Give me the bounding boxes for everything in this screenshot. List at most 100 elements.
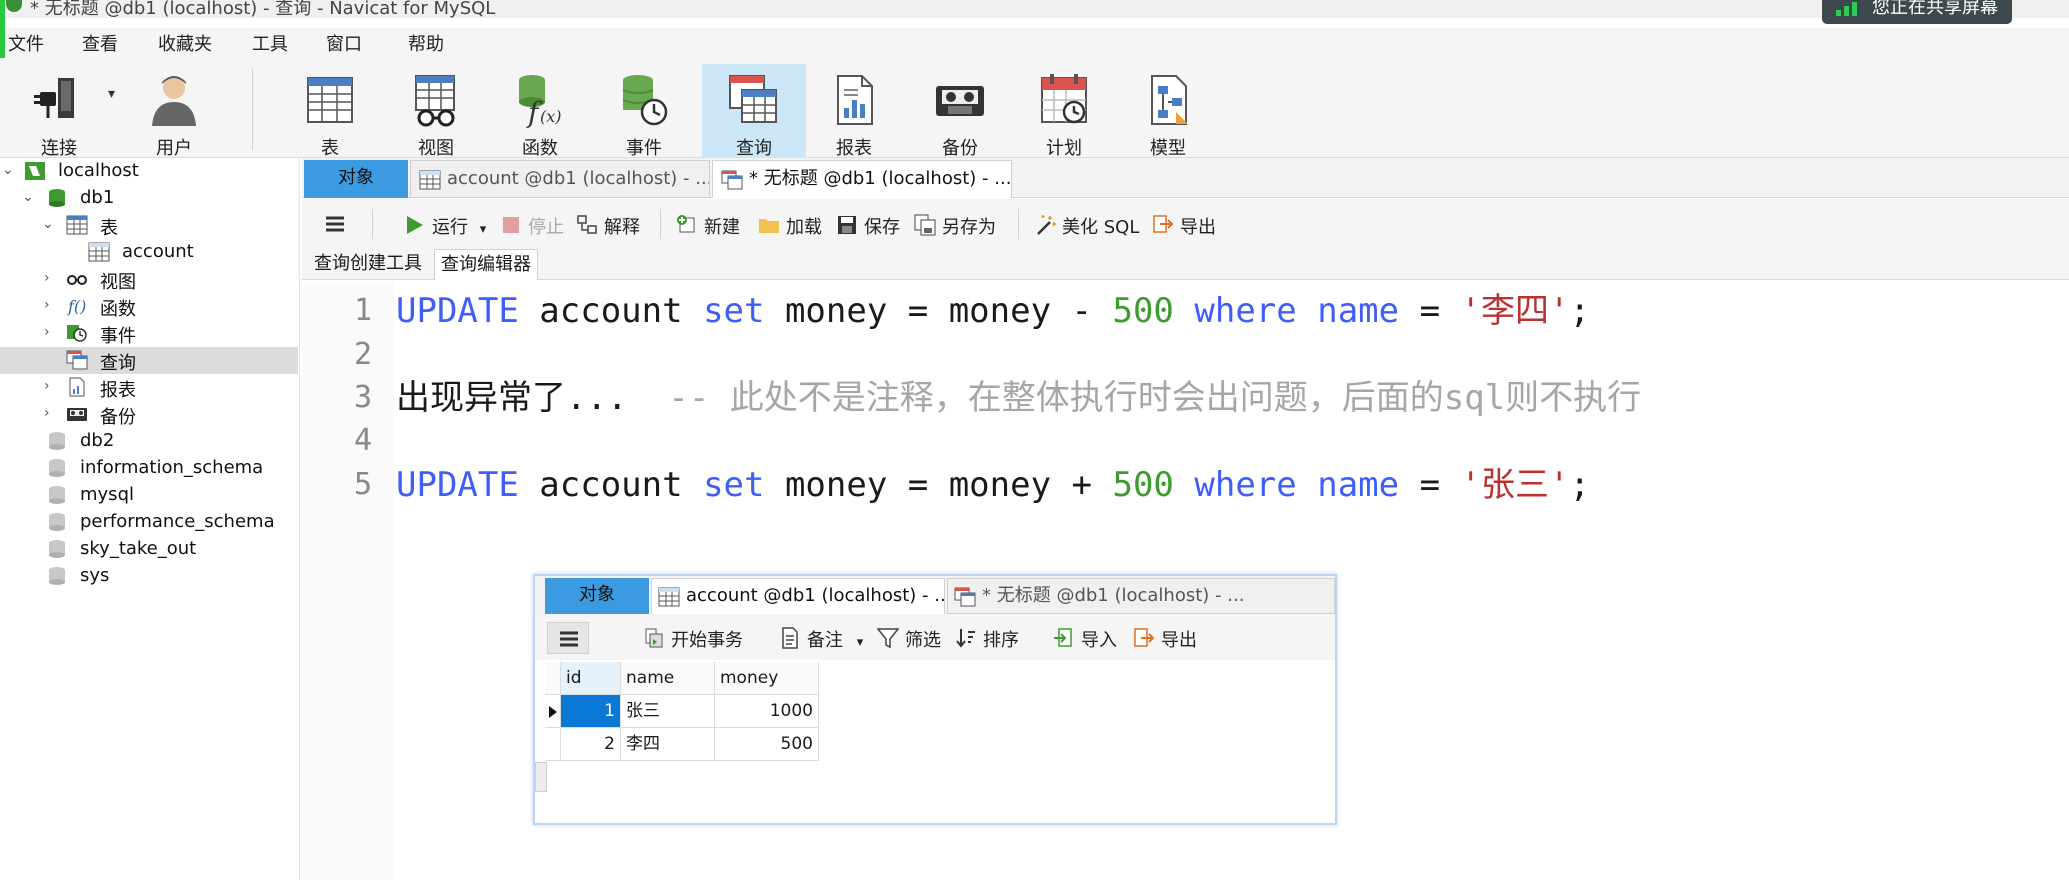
chevron-down-icon[interactable]: ⌄ (22, 190, 36, 204)
load-button[interactable]: 加载 (758, 213, 822, 238)
tree-item-mysql[interactable]: mysql (0, 482, 298, 509)
export-button[interactable]: 导出 (1152, 213, 1216, 238)
chevron-down-icon[interactable]: ⌄ (2, 163, 16, 177)
begin-transaction-button[interactable]: 开始事务 (643, 626, 743, 651)
embedded-table-view: 对象 account @db1 (localhost) - ... * 无标题 … (533, 574, 1337, 825)
view-button[interactable]: 视图 (390, 64, 482, 159)
tab-query-editor[interactable]: 查询编辑器 (434, 249, 538, 280)
event-label: 事件 (626, 138, 662, 159)
beautify-sql-button[interactable]: 美化 SQL (1034, 213, 1139, 238)
explain-button[interactable]: 解释 (576, 213, 640, 238)
popup-tab-account[interactable]: account @db1 (localhost) - ... (651, 578, 945, 614)
export-button[interactable]: 导出 (1133, 626, 1197, 651)
hamburger-menu-icon[interactable] (324, 213, 346, 235)
table-button[interactable]: 表 (284, 64, 376, 159)
tree-item-reports[interactable]: › 报表 (0, 374, 298, 401)
schedule-button[interactable]: 计划 (1018, 64, 1110, 159)
sql-space (1297, 291, 1317, 331)
chevron-down-icon[interactable]: ⌄ (42, 217, 56, 231)
hamburger-menu-button[interactable] (547, 622, 589, 654)
tab-objects[interactable]: 对象 (304, 160, 408, 198)
filter-button[interactable]: 筛选 (877, 626, 941, 651)
tree-item-localhost[interactable]: ⌄ localhost (0, 158, 298, 185)
tree-item-db1[interactable]: ⌄ db1 (0, 185, 298, 212)
table-cell[interactable]: 2 (561, 728, 621, 761)
function-icon: f (x) (519, 75, 562, 128)
chevron-right-icon[interactable]: › (44, 271, 58, 285)
menu-window[interactable]: 窗口 (326, 30, 362, 56)
tree-item-events[interactable]: › 事件 (0, 320, 298, 347)
menu-file[interactable]: 文件 (8, 30, 44, 56)
tree-label: 备份 (100, 407, 136, 428)
run-button[interactable]: 运行 ▾ (404, 213, 487, 238)
memo-dropdown-icon[interactable]: ▾ (857, 635, 864, 650)
save-icon (838, 216, 856, 234)
data-grid[interactable]: id name money 1 张三 1000 2 李四 500 (545, 662, 1335, 802)
event-button[interactable]: 事件 (598, 64, 690, 159)
tree-item-queries[interactable]: 查询 (0, 347, 298, 374)
view-label: 视图 (418, 138, 454, 159)
magic-wand-icon (1037, 215, 1056, 235)
table-cell[interactable]: 1 (561, 695, 621, 728)
chevron-right-icon[interactable]: › (44, 406, 58, 420)
code-line-3: 出现异常了... -- 此处不是注释，在整体执行时会出问题，后面的sql则不执行 (396, 378, 1641, 418)
tree-item-information-schema[interactable]: information_schema (0, 455, 298, 482)
screen-share-badge[interactable]: 您正在共享屏幕 (1822, 0, 2012, 24)
stop-button[interactable]: 停止 (500, 213, 564, 238)
table-cell[interactable]: 1000 (715, 695, 819, 728)
tree-item-sky-take-out[interactable]: sky_take_out (0, 536, 298, 563)
table-cell[interactable]: 500 (715, 728, 819, 761)
sort-button[interactable]: 排序 (955, 626, 1019, 651)
chevron-right-icon[interactable]: › (44, 325, 58, 339)
tree-item-sys[interactable]: sys (0, 563, 298, 590)
function-button[interactable]: f (x) 函数 (494, 64, 586, 159)
import-button[interactable]: 导入 (1053, 626, 1117, 651)
tree-item-account[interactable]: account (0, 239, 298, 266)
table-cell[interactable]: 张三 (621, 695, 715, 728)
glasses-icon (67, 275, 87, 285)
tab-account[interactable]: account @db1 (localhost) - ... (410, 160, 710, 198)
tab-query-builder[interactable]: 查询创建工具 (308, 249, 428, 280)
menu-help[interactable]: 帮助 (408, 30, 444, 56)
row-selector[interactable] (545, 695, 561, 728)
connect-dropdown-icon[interactable]: ▾ (108, 86, 115, 102)
menu-bar: 文件 查看 收藏夹 工具 窗口 帮助 (0, 28, 2069, 58)
tree-item-functions[interactable]: › f() 函数 (0, 293, 298, 320)
connect-button[interactable]: ▾ 连接 (14, 64, 118, 159)
column-header-name[interactable]: name (621, 662, 715, 695)
row-selector[interactable] (545, 728, 561, 761)
tab-untitled-query[interactable]: * 无标题 @db1 (localhost) - ... (712, 160, 1012, 198)
model-icon (1151, 75, 1188, 125)
popup-tab-objects[interactable]: 对象 (545, 578, 649, 614)
save-button[interactable]: 保存 (836, 213, 900, 238)
column-header-money[interactable]: money (715, 662, 819, 695)
new-button[interactable]: 新建 (676, 213, 740, 238)
scrollbar[interactable] (535, 762, 547, 792)
run-dropdown-icon[interactable]: ▾ (480, 222, 487, 237)
menu-view[interactable]: 查看 (82, 30, 118, 56)
popup-tab-untitled-query[interactable]: * 无标题 @db1 (localhost) - ... (947, 578, 1335, 614)
database-icon (49, 189, 65, 207)
report-button[interactable]: 报表 (808, 64, 900, 159)
menu-tools[interactable]: 工具 (252, 30, 288, 56)
tree-label: mysql (80, 484, 134, 505)
save-as-button[interactable]: 另存为 (914, 213, 996, 238)
tree-item-db2[interactable]: db2 (0, 428, 298, 455)
tree-item-tables[interactable]: ⌄ 表 (0, 212, 298, 239)
column-header-id[interactable]: id (561, 662, 621, 695)
menu-favorites[interactable]: 收藏夹 (158, 30, 212, 56)
query-button[interactable]: 查询 (702, 64, 806, 159)
table-cell[interactable]: 李四 (621, 728, 715, 761)
tree-item-performance-schema[interactable]: performance_schema (0, 509, 298, 536)
chevron-right-icon[interactable]: › (44, 298, 58, 312)
backup-button[interactable]: 备份 (914, 64, 1006, 159)
tree-item-views[interactable]: › 视图 (0, 266, 298, 293)
model-button[interactable]: 模型 (1122, 64, 1214, 159)
new-query-icon (677, 215, 695, 233)
memo-button[interactable]: 备注 ▾ (779, 626, 864, 651)
tab-label: 对象 (338, 167, 374, 188)
chevron-right-icon[interactable]: › (44, 379, 58, 393)
backup-icon (936, 86, 984, 116)
tree-item-backups[interactable]: › 备份 (0, 401, 298, 428)
user-button[interactable]: 用户 (128, 64, 220, 159)
